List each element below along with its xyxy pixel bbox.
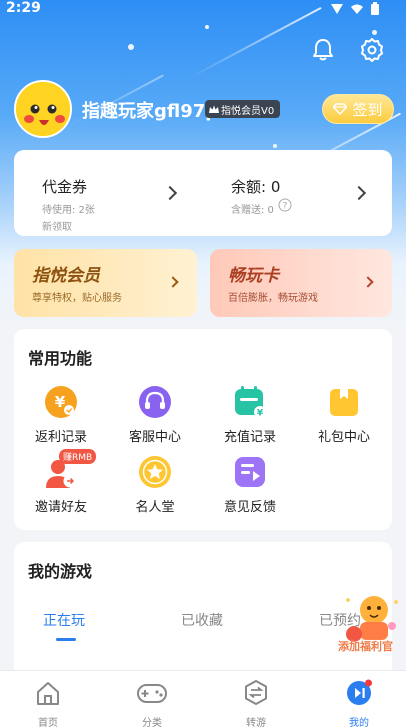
- gift-icon: [330, 389, 358, 416]
- gift-center-label: 礼包中心: [317, 430, 370, 445]
- checkin-label: 签到: [352, 100, 383, 119]
- customer-service-label: 客服中心: [128, 430, 181, 445]
- feedback-icon: [235, 457, 265, 487]
- nav-home[interactable]: 首页: [18, 679, 78, 728]
- chevron-right-icon: [351, 185, 367, 201]
- checkin-button[interactable]: 签到: [322, 94, 394, 124]
- gear-icon[interactable]: [359, 37, 385, 63]
- play-card-subtitle: 百倍膨胀，畅玩游戏: [228, 293, 318, 304]
- tab-favorites[interactable]: 已收藏: [181, 610, 223, 630]
- nav-home-label: 首页: [38, 718, 58, 728]
- nav-transfer-label: 转游: [246, 718, 266, 728]
- nav-category[interactable]: 分类: [122, 679, 182, 728]
- wallet-card: 代金券 待使用: 2张 新领取 余额: 0 含赠送: 0 ?: [14, 150, 392, 236]
- common-functions-card: 常用功能 ¥ 返利记录 客服中心 ¥ 充值记录 礼包中心 赚RMB 邀请好友 名…: [14, 329, 392, 530]
- recharge-records-item[interactable]: ¥ 充值记录: [203, 385, 297, 445]
- wifi-icon: [351, 4, 363, 14]
- battery-icon: [371, 2, 379, 15]
- svg-text:¥: ¥: [257, 409, 264, 419]
- signal-icon: [331, 4, 343, 14]
- rebate-records-item[interactable]: ¥ 返利记录: [14, 385, 108, 445]
- chevron-right-icon: [362, 276, 374, 288]
- earn-badge: 赚RMB: [59, 449, 97, 464]
- voucher-new: 新领取: [42, 222, 72, 233]
- vip-badge[interactable]: 指悦会员V0: [205, 100, 281, 118]
- hall-of-fame-item[interactable]: 名人堂: [108, 455, 202, 515]
- balance-title: 余额: 0: [231, 178, 281, 196]
- feedback-label: 意见反馈: [223, 500, 276, 515]
- chevron-right-icon: [162, 185, 178, 201]
- headset-icon: [139, 386, 171, 418]
- recharge-icon: ¥: [235, 386, 266, 419]
- invite-friends-item[interactable]: 赚RMB 邀请好友: [14, 449, 108, 515]
- status-bar: 2:29: [0, 0, 406, 18]
- svg-text:¥: ¥: [55, 393, 66, 411]
- balance-gift: 含赠送: 0: [231, 205, 274, 216]
- nav-transfer[interactable]: 转游: [226, 679, 286, 728]
- profile-icon: [347, 679, 372, 705]
- welfare-officer-label: 添加福利官: [338, 640, 393, 653]
- transfer-icon: [245, 680, 267, 705]
- crown-icon: [209, 105, 219, 113]
- vip-promo-subtitle: 尊享特权，贴心服务: [32, 293, 122, 304]
- vip-promo-card[interactable]: 指悦会员 尊享特权，贴心服务: [14, 249, 197, 317]
- gamepad-icon: [137, 684, 167, 703]
- voucher-title: 代金券: [42, 178, 88, 196]
- nav-category-label: 分类: [142, 718, 162, 728]
- rebate-icon: ¥: [45, 386, 77, 418]
- home-icon: [37, 682, 59, 705]
- customer-service-item[interactable]: 客服中心: [108, 385, 202, 445]
- my-games-title: 我的游戏: [28, 562, 93, 581]
- recharge-label: 充值记录: [223, 430, 276, 445]
- play-card-title: 畅玩卡: [228, 266, 279, 286]
- bell-icon[interactable]: [310, 37, 336, 63]
- vip-promo-title: 指悦会员: [32, 266, 100, 286]
- star-icon: [139, 456, 171, 488]
- avatar[interactable]: [14, 80, 72, 138]
- nav-profile-label: 我的: [349, 718, 369, 728]
- invite-friends-label: 邀请好友: [34, 500, 87, 515]
- svg-text:?: ?: [283, 202, 288, 212]
- welfare-officer-float[interactable]: 添加福利官: [334, 590, 406, 658]
- chevron-right-icon: [167, 276, 179, 288]
- rebate-label: 返利记录: [34, 430, 87, 445]
- bottom-navigation: 首页 分类 转游 我的: [0, 670, 406, 728]
- common-functions-title: 常用功能: [28, 349, 93, 368]
- vip-badge-label: 指悦会员V0: [221, 105, 275, 117]
- username: 指趣玩家gfl97p: [82, 101, 219, 122]
- help-icon[interactable]: ?: [278, 198, 292, 212]
- play-card-promo[interactable]: 畅玩卡 百倍膨胀，畅玩游戏: [210, 249, 392, 317]
- gift-center-item[interactable]: 礼包中心: [297, 385, 391, 445]
- voucher-pending: 待使用: 2张: [42, 205, 95, 216]
- nav-profile[interactable]: 我的: [329, 679, 389, 728]
- active-tab-indicator: [56, 638, 76, 641]
- tab-playing[interactable]: 正在玩: [43, 610, 85, 630]
- hall-of-fame-label: 名人堂: [135, 500, 175, 515]
- status-time: 2:29: [6, 0, 41, 16]
- feedback-item[interactable]: 意见反馈: [203, 455, 297, 515]
- diamond-icon: [333, 103, 348, 115]
